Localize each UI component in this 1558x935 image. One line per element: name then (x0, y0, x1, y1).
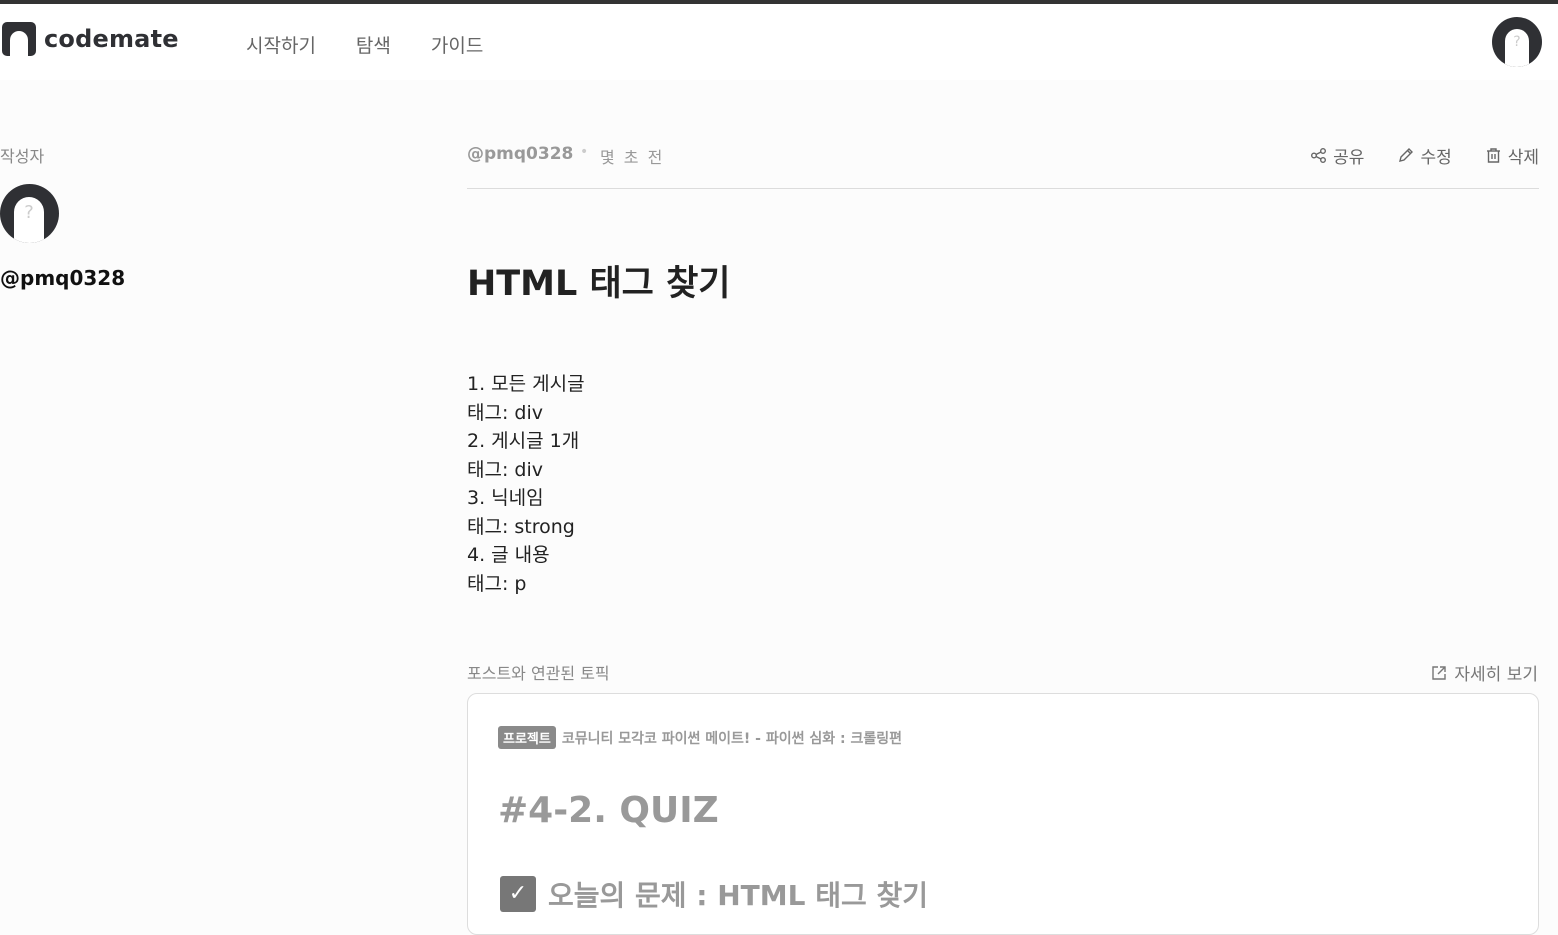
post-body: 1. 모든 게시글 태그: div 2. 게시글 1개 태그: div 3. 닉… (467, 370, 585, 598)
body-line: 3. 닉네임 (467, 487, 544, 509)
body-line: 태그: div (467, 401, 543, 424)
codemate-logo-icon (2, 22, 36, 56)
body-line: 4. 글 내용 (467, 544, 550, 566)
body-line: 태그: strong (467, 515, 575, 538)
post-time: 몇 초 전 (600, 148, 665, 167)
topic-title: #4-2. QUIZ (498, 790, 719, 831)
author-label: 작성자 (0, 147, 45, 166)
user-avatar[interactable]: ? (1492, 17, 1542, 67)
nav-item-start[interactable]: 시작하기 (246, 31, 316, 58)
author-avatar[interactable]: ? (0, 184, 59, 243)
delete-button[interactable]: 삭제 (1485, 143, 1539, 168)
topic-subtitle-text: 오늘의 문제 : HTML 태그 찾기 (548, 879, 929, 912)
edit-label: 수정 (1420, 148, 1452, 168)
external-link-icon (1432, 665, 1447, 680)
topic-subtitle: ✓ 오늘의 문제 : HTML 태그 찾기 (500, 874, 928, 914)
delete-label: 삭제 (1507, 148, 1539, 168)
top-header: codemate 시작하기 탐색 가이드 ? (0, 4, 1558, 80)
pencil-icon (1399, 148, 1414, 162)
checkbox-icon: ✓ (500, 876, 536, 912)
share-button[interactable]: 공유 (1310, 143, 1364, 168)
avatar-placeholder-icon: ? (14, 197, 44, 243)
nav-item-explore[interactable]: 탐색 (356, 31, 391, 58)
share-icon (1311, 148, 1327, 163)
project-badge: 프로젝트 (498, 726, 556, 749)
main-nav: 시작하기 탐색 가이드 (246, 31, 523, 58)
avatar-placeholder-icon: ? (1505, 29, 1529, 67)
separator-dot: • (580, 144, 589, 160)
topic-header: 프로젝트 코뮤니티 모각코 파이썬 메이트! - 파이썬 심화 : 크롤링편 (498, 726, 902, 749)
body-line: 2. 게시글 1개 (467, 430, 580, 452)
view-more-link[interactable]: 자세히 보기 (1431, 660, 1538, 685)
related-topics-label: 포스트와 연관된 토픽 (467, 664, 610, 683)
logo-text: codemate (44, 25, 179, 53)
author-name[interactable]: @pmq0328 (0, 266, 125, 290)
body-line: 태그: div (467, 458, 543, 481)
share-label: 공유 (1333, 148, 1365, 168)
post-meta: @pmq0328 • 몇 초 전 공유 수정 삭제 (467, 140, 1539, 189)
body-line: 태그: p (467, 572, 527, 595)
post-author[interactable]: @pmq0328 (467, 144, 573, 164)
trash-icon (1486, 148, 1500, 163)
view-more-label: 자세히 보기 (1454, 665, 1538, 685)
edit-button[interactable]: 수정 (1397, 143, 1452, 168)
topic-course: 코뮤니티 모각코 파이썬 메이트! - 파이썬 심화 : 크롤링편 (561, 730, 902, 747)
related-topic-card[interactable]: 프로젝트 코뮤니티 모각코 파이썬 메이트! - 파이썬 심화 : 크롤링편 #… (467, 693, 1539, 935)
post-actions: 공유 수정 삭제 (1277, 143, 1539, 168)
nav-item-guide[interactable]: 가이드 (431, 31, 483, 58)
logo[interactable]: codemate (2, 22, 179, 56)
body-line: 1. 모든 게시글 (467, 373, 585, 395)
post-title: HTML 태그 찾기 (467, 264, 731, 304)
